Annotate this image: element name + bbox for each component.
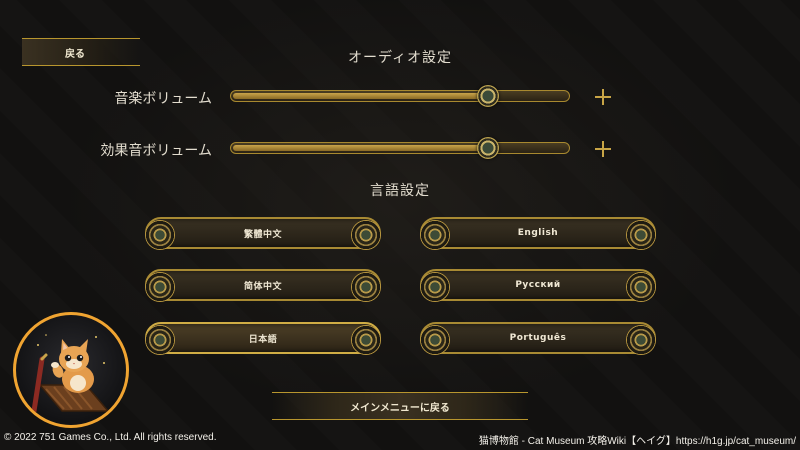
medallion-icon	[626, 220, 656, 250]
cat-avatar-icon	[31, 334, 110, 414]
copyright-text: © 2022 751 Games Co., Ltd. All rights re…	[4, 432, 217, 443]
medallion-icon	[351, 220, 381, 250]
lang-button-traditional-chinese[interactable]: 繁體中文	[145, 217, 381, 250]
sfx-volume-slider[interactable]	[230, 137, 570, 159]
music-volume-plus-icon[interactable]	[594, 88, 612, 106]
cat-avatar	[13, 312, 129, 428]
medallion-icon	[351, 325, 381, 355]
medallion-icon	[626, 272, 656, 302]
main-menu-button[interactable]: メインメニューに戻る	[272, 392, 528, 420]
main-menu-button-label: メインメニューに戻る	[350, 402, 450, 414]
sfx-volume-label: 効果音ボリューム	[100, 143, 212, 159]
lang-label: Русский	[515, 280, 561, 290]
music-volume-knob[interactable]	[476, 85, 499, 107]
music-volume-label: 音楽ボリューム	[114, 91, 212, 107]
medallion-icon	[626, 325, 656, 355]
source-credit: 猫博物館 - Cat Museum 攻略Wiki【ヘイグ】https://h1g…	[478, 436, 796, 447]
sfx-volume-knob[interactable]	[476, 137, 499, 159]
sfx-volume-plus-icon[interactable]	[594, 140, 612, 158]
lang-button-english[interactable]: English	[420, 217, 656, 250]
lang-label: Português	[509, 333, 567, 343]
lang-label: 繁體中文	[243, 229, 282, 240]
lang-label: English	[517, 228, 559, 238]
language-settings-title: 言語設定	[370, 183, 430, 199]
lang-label: 简体中文	[243, 281, 282, 292]
music-volume-fill	[233, 93, 488, 99]
lang-button-simplified-chinese[interactable]: 简体中文	[145, 269, 381, 302]
lang-label: 日本語	[248, 334, 278, 345]
audio-settings-title: オーディオ設定	[347, 50, 453, 66]
lang-button-russian[interactable]: Русский	[420, 269, 656, 302]
medallion-icon	[351, 272, 381, 302]
music-volume-slider[interactable]	[230, 85, 570, 107]
lang-button-portuguese[interactable]: Português	[420, 322, 656, 355]
sfx-volume-fill	[233, 145, 488, 151]
lang-button-japanese[interactable]: 日本語	[145, 322, 381, 355]
